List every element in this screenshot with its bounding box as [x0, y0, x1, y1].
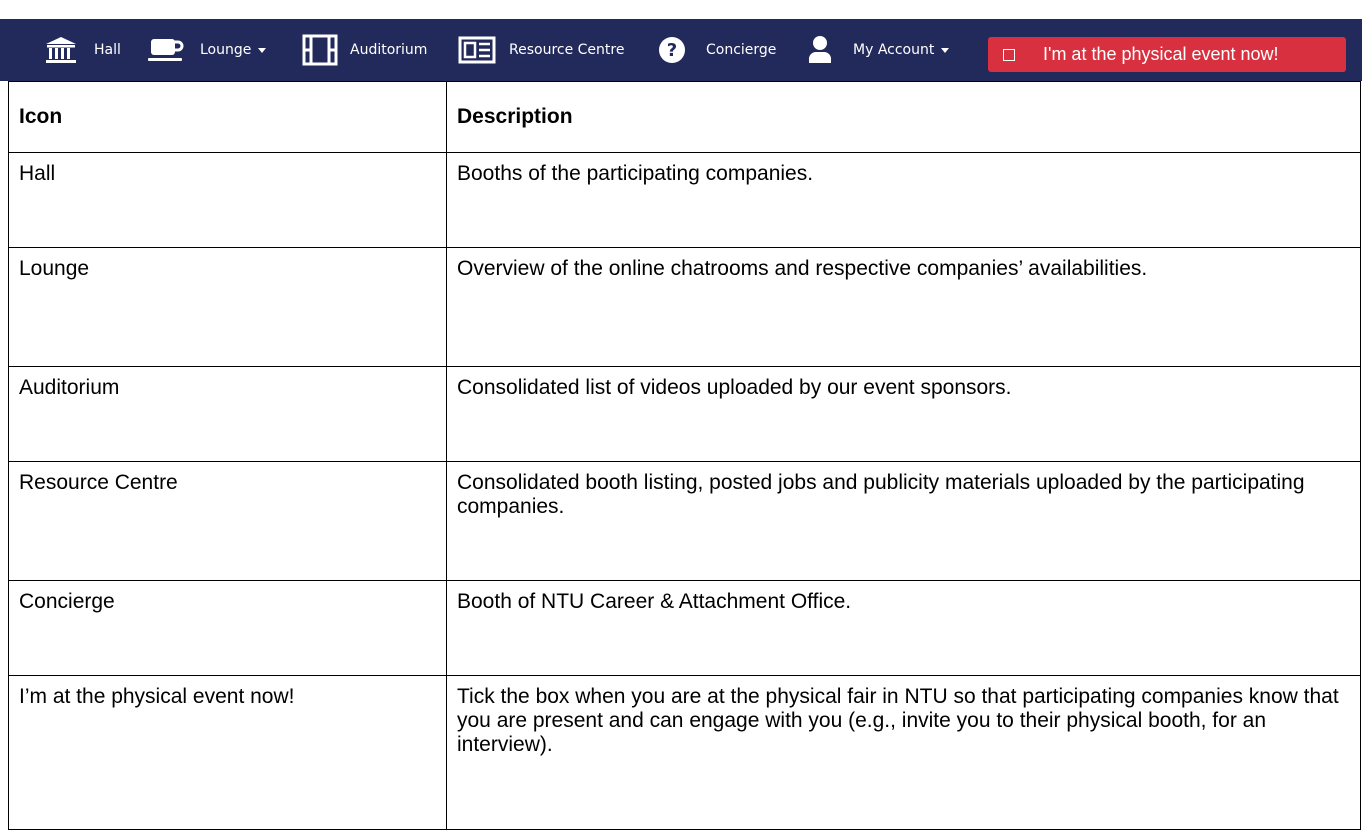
nav-label-my-account: My Account: [853, 42, 935, 58]
nav-label-resource-centre: Resource Centre: [509, 42, 625, 58]
table-row: I’m at the physical event now! Tick the …: [8, 675, 1361, 830]
row-icon-cell: Auditorium: [8, 366, 447, 462]
nav-item-hall[interactable]: Hall: [44, 19, 121, 81]
table-row: Resource Centre Consolidated booth listi…: [8, 461, 1361, 581]
nav-label-hall: Hall: [94, 42, 121, 58]
nav-item-resource-centre[interactable]: Resource Centre: [458, 19, 624, 81]
user-icon: [808, 35, 832, 65]
nav-item-auditorium[interactable]: Auditorium: [302, 19, 427, 81]
svg-text:?: ?: [667, 40, 677, 61]
nav-label-concierge: Concierge: [706, 42, 777, 58]
row-icon-cell: Resource Centre: [8, 461, 447, 581]
column-header-icon: Icon: [8, 81, 447, 153]
table-row: Hall Booths of the participating compani…: [8, 152, 1361, 248]
row-description-cell: Consolidated list of videos uploaded by …: [446, 366, 1361, 462]
top-margin: [0, 0, 1362, 19]
newspaper-icon: [458, 36, 496, 64]
table-row: Concierge Booth of NTU Career & Attachme…: [8, 580, 1361, 676]
chevron-down-icon: [258, 47, 267, 53]
table-header-row: Icon Description: [8, 81, 1361, 153]
table-row: Auditorium Consolidated list of videos u…: [8, 366, 1361, 462]
nav-item-my-account[interactable]: My Account: [808, 19, 950, 81]
nav-item-concierge[interactable]: ? Concierge: [657, 19, 776, 81]
top-navbar: Hall Lounge Auditorium Resource Centre ?…: [0, 19, 1362, 81]
chevron-down-icon: [941, 47, 950, 53]
row-description-cell: Tick the box when you are at the physica…: [446, 675, 1361, 830]
row-icon-cell: Lounge: [8, 247, 447, 367]
column-header-description: Description: [446, 81, 1361, 153]
nav-label-lounge: Lounge: [200, 42, 252, 58]
row-icon-cell: Concierge: [8, 580, 447, 676]
physical-event-button[interactable]: I'm at the physical event now!: [988, 37, 1346, 72]
row-description-cell: Booth of NTU Career & Attachment Office.: [446, 580, 1361, 676]
physical-event-label: I'm at the physical event now!: [1043, 44, 1279, 64]
row-description-cell: Booths of the participating companies.: [446, 152, 1361, 248]
row-icon-cell: I’m at the physical event now!: [8, 675, 447, 830]
question-circle-icon: ?: [657, 35, 687, 65]
museum-icon: [44, 35, 78, 65]
film-icon: [302, 34, 338, 66]
row-description-cell: Overview of the online chatrooms and res…: [446, 247, 1361, 367]
row-description-cell: Consolidated booth listing, posted jobs …: [446, 461, 1361, 581]
physical-event-checkbox[interactable]: [1003, 48, 1015, 61]
table-row: Lounge Overview of the online chatrooms …: [8, 247, 1361, 367]
icon-description-table: Icon Description Hall Booths of the part…: [8, 81, 1361, 830]
coffee-cup-icon: [148, 36, 184, 64]
nav-label-auditorium: Auditorium: [350, 42, 428, 58]
nav-item-lounge[interactable]: Lounge: [148, 19, 267, 81]
row-icon-cell: Hall: [8, 152, 447, 248]
